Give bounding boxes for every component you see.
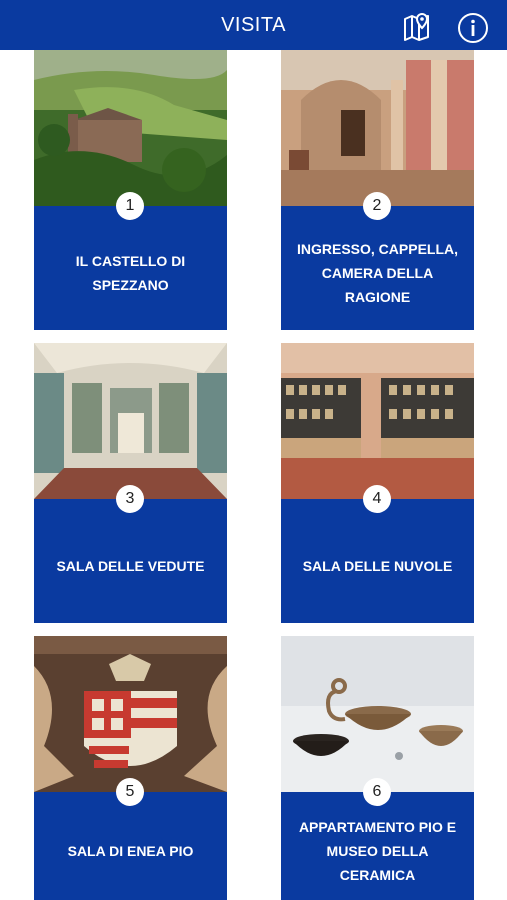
card-image-courtyard xyxy=(281,50,474,206)
info-button[interactable] xyxy=(457,12,489,44)
card-panel: APPARTAMENTO PIO E MUSEO DELLA CERAMICA xyxy=(281,792,474,900)
card-number: 2 xyxy=(363,192,391,220)
card-label: INGRESSO, CAPPELLA, CAMERA DELLA RAGIONE xyxy=(296,241,459,305)
card-label: APPARTAMENTO PIO E MUSEO DELLA CERAMICA xyxy=(298,819,457,883)
card-image-frescoed-hall xyxy=(34,343,227,499)
card-number: 3 xyxy=(116,485,144,513)
card-image-exhibit-room xyxy=(281,343,474,499)
card-number: 6 xyxy=(363,778,391,806)
card-label: SALA DELLE VEDUTE xyxy=(56,558,205,574)
card-image-ceramics xyxy=(281,636,474,792)
card-image-castle xyxy=(34,50,227,206)
card-label: IL CASTELLO DI SPEZZANO xyxy=(75,253,186,293)
card-label: SALA DI ENEA PIO xyxy=(67,843,194,859)
card-label: SALA DELLE NUVOLE xyxy=(302,558,453,574)
map-button[interactable] xyxy=(401,12,433,42)
card-panel: INGRESSO, CAPPELLA, CAMERA DELLA RAGIONE xyxy=(281,206,474,330)
card-panel: SALA DELLE VEDUTE xyxy=(34,499,227,623)
card-panel: SALA DELLE NUVOLE xyxy=(281,499,474,623)
info-icon xyxy=(458,13,488,43)
card-image-coat-of-arms xyxy=(34,636,227,792)
card-panel: SALA DI ENEA PIO xyxy=(34,792,227,900)
map-pin-icon xyxy=(404,12,429,41)
card-number: 1 xyxy=(116,192,144,220)
card-number: 5 xyxy=(116,778,144,806)
card-number: 4 xyxy=(363,485,391,513)
app-header: VISITA xyxy=(0,0,507,50)
card-panel: IL CASTELLO DI SPEZZANO xyxy=(34,206,227,330)
